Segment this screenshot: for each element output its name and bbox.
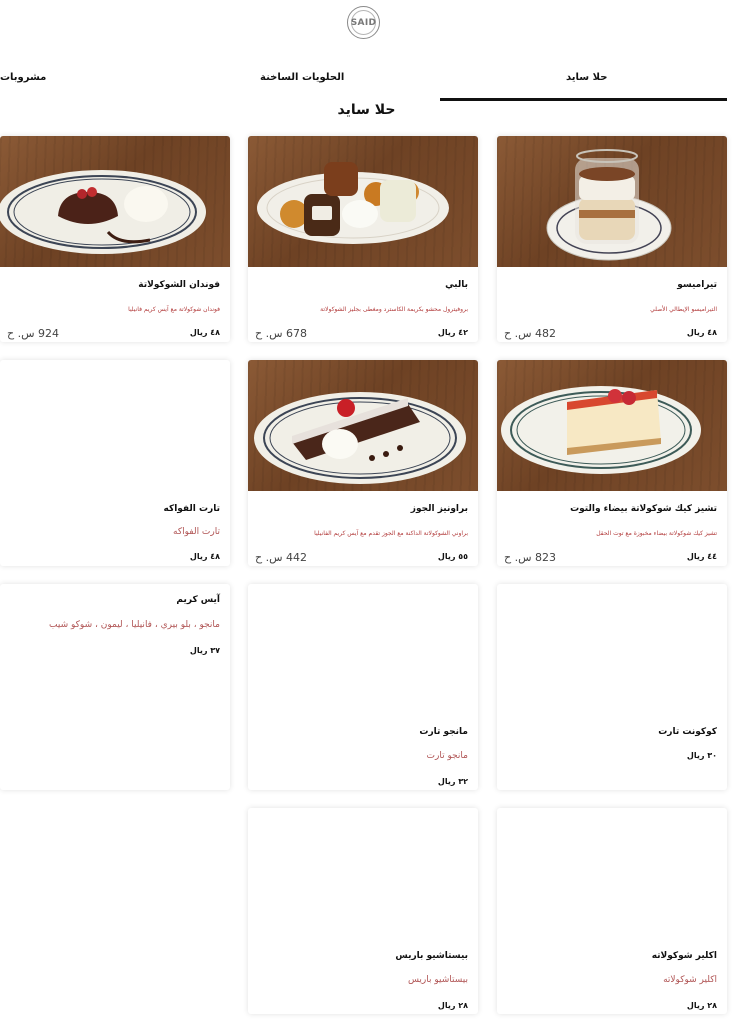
item-price: ٣٠ ريال bbox=[686, 751, 717, 760]
item-name: تارت الفواكه bbox=[163, 504, 220, 514]
item-price: ٤٨ ريال bbox=[189, 552, 220, 561]
item-price: ٣٧ ريال bbox=[189, 646, 220, 655]
item-description: التيراميسو الإيطالي الأصلي bbox=[650, 306, 717, 313]
tab-hala-said[interactable]: حلا سايد bbox=[566, 72, 607, 83]
tiramisu-photo bbox=[497, 136, 727, 267]
item-calories: 442 س. ح bbox=[255, 551, 308, 564]
item-description: فوندان شوكولاتة مع آيس كريم فانيليا bbox=[128, 306, 220, 313]
brand-logo[interactable]: SAID bbox=[347, 6, 380, 39]
item-description: بيستاشيو باريس bbox=[407, 975, 468, 985]
item-calories: 823 س. ح bbox=[504, 551, 557, 564]
item-name: كوكونت تارت bbox=[658, 727, 717, 737]
profiteroles-photo bbox=[248, 136, 478, 267]
cheesecake-photo bbox=[497, 360, 727, 491]
item-name: فوندان الشوكولاتة bbox=[138, 280, 220, 290]
item-price: ٢٨ ريال bbox=[437, 1001, 468, 1010]
menu-card-chocolate-fondant[interactable]: فوندان الشوكولاتة فوندان شوكولاتة مع آيس… bbox=[0, 136, 230, 342]
logo-text: SAID bbox=[350, 17, 377, 28]
item-price: ٤٨ ريال bbox=[686, 328, 717, 337]
item-name: بيستاشيو باريس bbox=[395, 951, 468, 961]
menu-card-mango-tart[interactable]: مانجو تارت مانجو تارت ٣٢ ريال bbox=[248, 584, 478, 790]
item-description: مانجو تارت bbox=[426, 751, 468, 761]
menu-card-tiramisu[interactable]: تيراميسو التيراميسو الإيطالي الأصلي ٤٨ ر… bbox=[497, 136, 727, 342]
menu-card-chocolate-eclair[interactable]: اكلير شوكولاته اكلير شوكولاته ٢٨ ريال bbox=[497, 808, 727, 1014]
item-name: اكلير شوكولاته bbox=[651, 951, 717, 961]
item-price: ٤٨ ريال bbox=[189, 328, 220, 337]
item-description: اكلير شوكولاته bbox=[663, 975, 717, 985]
section-title: حلا سايد bbox=[337, 102, 396, 118]
item-price: ٥٥ ريال bbox=[437, 552, 468, 561]
menu-card-walnut-brownie[interactable]: براونيز الجوز براوني الشوكولاتة الداكنة … bbox=[248, 360, 478, 566]
menu-card-berry-cheesecake[interactable]: تشيز كيك شوكولاتة بيضاء والتوت تشيز كيك … bbox=[497, 360, 727, 566]
item-name: مانجو تارت bbox=[419, 727, 468, 737]
chocolate-fondant-photo bbox=[0, 136, 230, 267]
item-description: مانجو ، بلو بيري ، فانيليا ، ليمون ، شوك… bbox=[49, 620, 220, 630]
item-price: ٢٨ ريال bbox=[686, 1001, 717, 1010]
item-calories: 482 س. ح bbox=[504, 327, 557, 340]
item-calories: 678 س. ح bbox=[255, 327, 308, 340]
tab-hot-desserts[interactable]: الحلويات الساخنة bbox=[260, 72, 344, 83]
item-description: تشيز كيك شوكولاتة بيضاء مخبوزة مع توت ال… bbox=[596, 530, 717, 537]
menu-card-fruit-tart[interactable]: تارت الفواكه تارت الفواكه ٤٨ ريال bbox=[0, 360, 230, 566]
item-price: ٣٢ ريال bbox=[437, 777, 468, 786]
brownie-photo bbox=[248, 360, 478, 491]
menu-card-palbi[interactable]: بالبي بروفيترول محشو بكريمة الكاسترد ومغ… bbox=[248, 136, 478, 342]
item-name: براونيز الجوز bbox=[410, 504, 468, 514]
menu-card-pistachio-paris[interactable]: بيستاشيو باريس بيستاشيو باريس ٢٨ ريال bbox=[248, 808, 478, 1014]
item-description: بروفيترول محشو بكريمة الكاسترد ومغطى بجل… bbox=[320, 306, 468, 313]
item-name: تشيز كيك شوكولاتة بيضاء والتوت bbox=[570, 504, 717, 514]
active-tab-indicator bbox=[440, 98, 727, 101]
menu-card-coconut-tart[interactable]: كوكونت تارت ٣٠ ريال bbox=[497, 584, 727, 790]
item-calories: 924 س. ح bbox=[7, 327, 60, 340]
menu-card-ice-cream[interactable]: آيس كريم مانجو ، بلو بيري ، فانيليا ، لي… bbox=[0, 584, 230, 790]
item-price: ٤٤ ريال bbox=[686, 552, 717, 561]
item-name: تيراميسو bbox=[677, 280, 717, 290]
tab-drinks[interactable]: مشروبات bbox=[0, 72, 46, 83]
item-name: آيس كريم bbox=[176, 595, 220, 605]
item-description: تارت الفواكه bbox=[173, 527, 220, 537]
item-name: بالبي bbox=[445, 280, 468, 290]
item-description: براوني الشوكولاتة الداكنة مع الجوز تقدم … bbox=[314, 530, 468, 537]
item-price: ٤٢ ريال bbox=[437, 328, 468, 337]
